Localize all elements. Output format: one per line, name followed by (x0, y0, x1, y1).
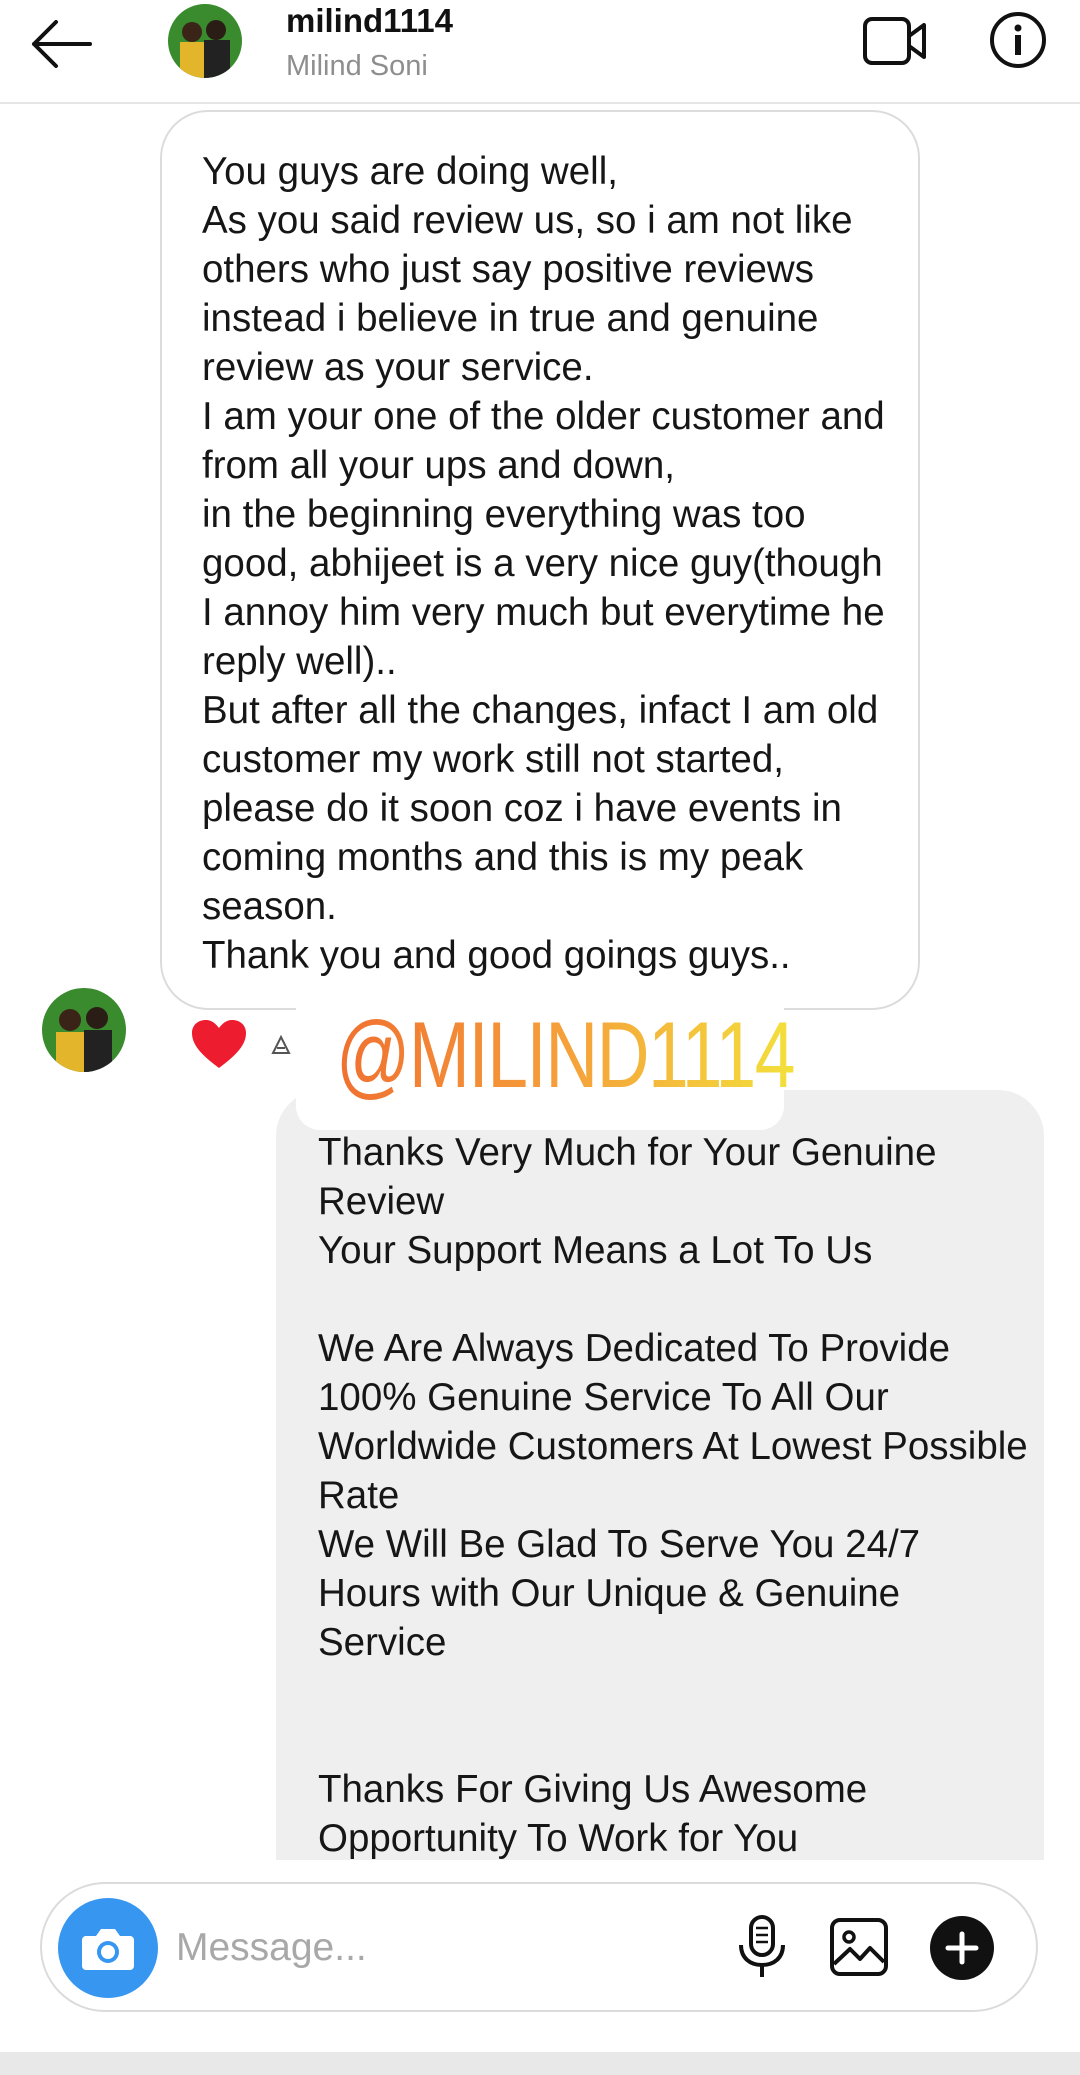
gallery-icon (830, 1918, 888, 1976)
header-username[interactable]: milind1114 (286, 2, 453, 40)
heart-icon[interactable] (190, 1018, 248, 1070)
video-call-button[interactable] (862, 14, 928, 68)
video-call-icon (863, 17, 926, 65)
username-sticker-text: @MILIND1114 (336, 1000, 796, 1110)
back-button[interactable] (26, 14, 96, 74)
back-arrow-icon (32, 20, 92, 68)
header-full-name: Milind Soni (286, 50, 428, 82)
message-input[interactable] (174, 1914, 738, 1982)
incoming-message-text: You guys are doing well, As you said rev… (202, 150, 885, 977)
outgoing-message-bubble[interactable]: Thanks Very Much for Your Genuine Review… (276, 1090, 1044, 1860)
chat-header: milind1114 Milind Soni (0, 0, 1080, 104)
gallery-button[interactable] (828, 1916, 890, 1978)
plus-icon (945, 1931, 979, 1965)
seen-indicator-icon (270, 1034, 292, 1056)
outgoing-message-text: Thanks Very Much for Your Genuine Review… (318, 1131, 1028, 1860)
sender-avatar[interactable] (42, 988, 126, 1072)
info-button[interactable] (988, 10, 1048, 70)
system-nav-bar (0, 2052, 1080, 2075)
avatar[interactable] (168, 4, 242, 78)
more-options-button[interactable] (930, 1916, 994, 1980)
camera-icon (82, 1929, 134, 1970)
microphone-icon (739, 1915, 785, 1977)
message-composer (40, 1882, 1038, 2012)
incoming-message-bubble[interactable]: You guys are doing well, As you said rev… (160, 110, 920, 1010)
camera-button[interactable] (58, 1898, 158, 1998)
info-icon (990, 12, 1046, 68)
microphone-button[interactable] (732, 1914, 792, 1980)
